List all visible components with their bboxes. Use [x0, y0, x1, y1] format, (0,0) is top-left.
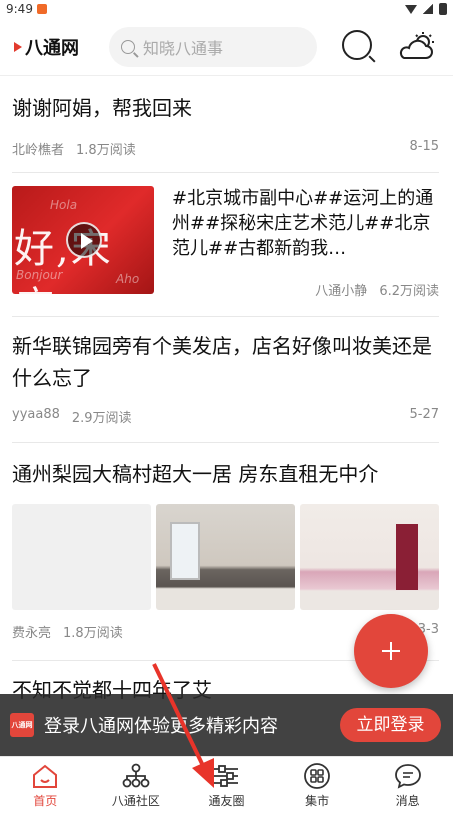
tab-friends-circle[interactable]: 通友圈	[181, 757, 272, 813]
article-author: yyaa88	[12, 407, 60, 422]
top-header: 八通网 知晓八通事	[0, 18, 453, 76]
status-bar: 9:49	[0, 0, 453, 18]
tab-label: 消息	[395, 794, 420, 808]
signal-icon	[423, 4, 433, 14]
tab-market[interactable]: 集市	[272, 757, 363, 813]
thumb-text: Bonjour	[16, 268, 63, 282]
search-bar[interactable]: 知晓八通事	[109, 26, 317, 67]
tab-label: 八通社区	[111, 794, 160, 808]
article-image[interactable]	[300, 504, 439, 610]
logo-mark-icon	[14, 41, 22, 52]
search-icon	[121, 39, 135, 54]
article-meta: yyaa88 2.9万阅读	[12, 407, 132, 426]
article-title: 通州梨园大稿村超大一居 房东直租无中介	[12, 462, 379, 486]
tab-label: 通友圈	[208, 794, 245, 808]
notification-icon	[36, 4, 47, 14]
article-date: 5-27	[409, 407, 439, 422]
home-icon	[33, 764, 58, 788]
login-banner[interactable]: 八通网 登录八通网体验更多精彩内容 立即登录	[0, 694, 453, 756]
article-image[interactable]	[156, 504, 295, 610]
tab-community[interactable]: 八通社区	[91, 757, 182, 813]
feed-item[interactable]: 新华联锦园旁有个美发店，店名好像叫妆美还是什么忘了 yyaa88 2.9万阅读 …	[12, 330, 439, 430]
article-title: #北京城市副中心##运河上的通州##探秘宋庄艺术范儿##北京范儿##古都新韵我…	[172, 188, 434, 259]
article-image[interactable]	[12, 504, 151, 610]
article-author: 北岭樵者	[12, 143, 65, 158]
article-title: 新华联锦园旁有个美发店，店名好像叫妆美还是什么忘了	[12, 334, 432, 390]
divider	[12, 442, 439, 443]
article-reads: 1.8万阅读	[76, 143, 136, 158]
feed-item-video[interactable]: Hola 好,宋庄 Bonjour Aho #北京城市副中心##运河上的通州##…	[12, 186, 439, 299]
wifi-icon	[405, 4, 417, 14]
tab-label: 集市	[305, 794, 330, 808]
logo-text: 八通网	[25, 37, 79, 59]
feed-item-images[interactable]: 通州梨园大稿村超大一居 房东直租无中介 费永亮 1.8万阅读 3-3	[12, 458, 439, 641]
thumb-text: Hola	[50, 198, 78, 212]
article-meta: 北岭樵者 1.8万阅读	[12, 139, 136, 158]
article-meta: 八通小静 6.2万阅读	[315, 280, 439, 299]
article-reads: 6.2万阅读	[379, 284, 439, 299]
message-icon	[394, 764, 421, 789]
article-meta: 费永亮 1.8万阅读	[12, 622, 123, 641]
community-icon	[122, 763, 150, 788]
article-reads: 2.9万阅读	[71, 411, 132, 426]
article-title: 谢谢阿娟，帮我回来	[12, 96, 192, 120]
feed-item[interactable]: 谢谢阿娟，帮我回来 北岭樵者 1.8万阅读 8-15	[12, 92, 439, 162]
divider	[12, 316, 439, 317]
image-grid[interactable]	[12, 504, 439, 610]
tab-home[interactable]: 首页	[0, 757, 91, 813]
search-placeholder: 知晓八通事	[143, 38, 224, 58]
app-logo: 八通网	[14, 34, 79, 60]
article-author: 八通小静	[315, 284, 368, 299]
status-time: 9:49	[6, 2, 33, 16]
bottom-tab-bar: 首页 八通社区 通友圈 集市 消息	[0, 756, 453, 813]
article-author: 费永亮	[12, 626, 52, 641]
video-thumbnail[interactable]: Hola 好,宋庄 Bonjour Aho	[12, 186, 154, 294]
thumb-text: Aho	[116, 272, 140, 286]
weather-icon	[399, 32, 434, 59]
banner-text: 登录八通网体验更多精彩内容	[44, 716, 278, 737]
divider	[12, 172, 439, 173]
create-post-button[interactable]	[354, 614, 428, 688]
app-screen: 9:49 八通网 知晓八通事 谢谢阿娟，帮我回来 北岭樵者 1.8万阅读 8-1…	[0, 0, 453, 813]
banner-logo: 八通网	[10, 713, 34, 737]
play-icon[interactable]	[66, 222, 102, 258]
tab-label: 首页	[33, 794, 58, 808]
market-icon	[304, 763, 330, 789]
login-button[interactable]: 立即登录	[340, 708, 441, 742]
battery-icon	[439, 3, 447, 15]
tab-messages[interactable]: 消息	[362, 757, 453, 813]
weather-button[interactable]	[396, 32, 436, 62]
magnifier-icon	[342, 30, 372, 60]
sliders-icon	[214, 765, 239, 787]
article-reads: 1.8万阅读	[63, 626, 123, 641]
search-button[interactable]	[342, 30, 376, 64]
article-date: 8-15	[409, 139, 439, 154]
